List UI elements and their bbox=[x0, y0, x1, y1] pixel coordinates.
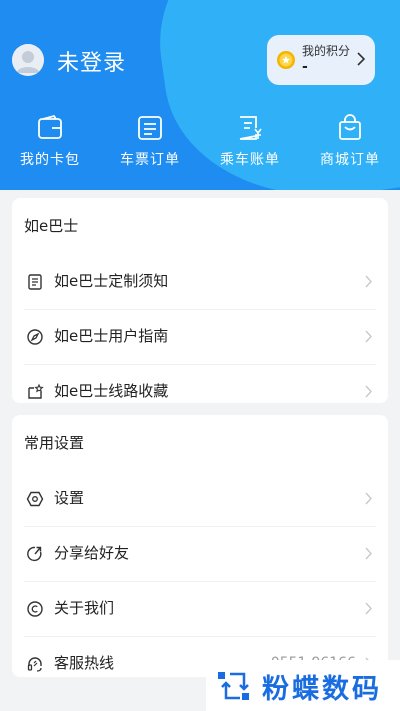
favorite-icon bbox=[28, 383, 44, 399]
quick-nav-label: 乘车账单 bbox=[220, 152, 280, 168]
chevron-right-icon bbox=[365, 385, 372, 398]
chevron-right-icon bbox=[357, 52, 365, 66]
chevron-right-icon bbox=[365, 330, 372, 343]
about-us-item[interactable]: 关于我们 bbox=[12, 581, 388, 636]
quick-nav-ticket-orders[interactable]: 车票订单 bbox=[100, 114, 200, 174]
watermark-logo-icon bbox=[218, 672, 249, 700]
share-icon bbox=[27, 546, 42, 562]
row-label: 分享给好友 bbox=[54, 544, 130, 562]
quick-nav-mall-orders[interactable]: 商城订单 bbox=[300, 114, 400, 174]
share-item[interactable]: 分享给好友 bbox=[12, 526, 388, 581]
quick-nav-ride-bills[interactable]: 乘车账单 bbox=[200, 114, 300, 174]
headset-icon bbox=[27, 657, 42, 672]
quick-nav-label: 我的卡包 bbox=[20, 152, 80, 168]
coin-icon bbox=[277, 51, 295, 69]
chevron-right-icon bbox=[365, 275, 372, 288]
quick-nav-label: 车票订单 bbox=[120, 152, 180, 168]
chevron-right-icon bbox=[365, 602, 372, 615]
row-label: 关于我们 bbox=[54, 599, 115, 617]
bus-route-favorites-item[interactable]: 如e巴士线路收藏 bbox=[12, 364, 388, 403]
shopping-bag-icon bbox=[339, 114, 361, 140]
points-button[interactable]: 我的积分 - bbox=[267, 35, 375, 85]
default-avatar-icon bbox=[12, 44, 44, 76]
quick-nav: 我的卡包 车票订单 乘车账单 商城订单 bbox=[0, 114, 400, 174]
row-label: 如e巴士定制须知 bbox=[54, 272, 169, 290]
compass-icon bbox=[27, 329, 43, 345]
bus-custom-notice-item[interactable]: 如e巴士定制须知 bbox=[12, 254, 388, 309]
notice-icon bbox=[28, 274, 42, 290]
bill-icon bbox=[239, 116, 262, 140]
copyright-icon bbox=[27, 601, 43, 617]
quick-nav-label: 商城订单 bbox=[320, 152, 380, 168]
row-label: 设置 bbox=[54, 489, 85, 507]
bus-user-guide-item[interactable]: 如e巴士用户指南 bbox=[12, 309, 388, 364]
wallet-icon bbox=[38, 114, 62, 139]
settings-item[interactable]: 设置 bbox=[12, 471, 388, 526]
settings-icon bbox=[26, 491, 44, 507]
points-label: 我的积分 bbox=[302, 44, 351, 58]
row-label: 客服热线 bbox=[54, 654, 115, 672]
watermark: 粉蝶数码 bbox=[206, 660, 400, 711]
row-label: 如e巴士用户指南 bbox=[54, 327, 169, 345]
quick-nav-wallet[interactable]: 我的卡包 bbox=[0, 114, 100, 174]
profile-header: 未登录 我的积分 - 我的卡包 车票订单 乘车账单 商城订单 bbox=[0, 0, 400, 190]
common-settings-card: 常用设置 设置 分享给好友 关于我们 客服热线 bbox=[12, 415, 388, 677]
section-title: 如e巴士 bbox=[24, 217, 79, 235]
chevron-right-icon bbox=[365, 547, 372, 560]
points-value: - bbox=[302, 59, 308, 75]
avatar[interactable] bbox=[12, 44, 44, 76]
watermark-text: 粉蝶数码 bbox=[262, 674, 382, 705]
ticket-order-icon bbox=[138, 116, 162, 140]
row-label: 如e巴士线路收藏 bbox=[54, 382, 169, 400]
chevron-right-icon bbox=[365, 492, 372, 505]
bus-section-card: 如e巴士 如e巴士定制须知 如e巴士用户指南 如e巴士线路收藏 bbox=[12, 198, 388, 403]
login-status[interactable]: 未登录 bbox=[57, 45, 126, 77]
section-title: 常用设置 bbox=[24, 434, 85, 452]
